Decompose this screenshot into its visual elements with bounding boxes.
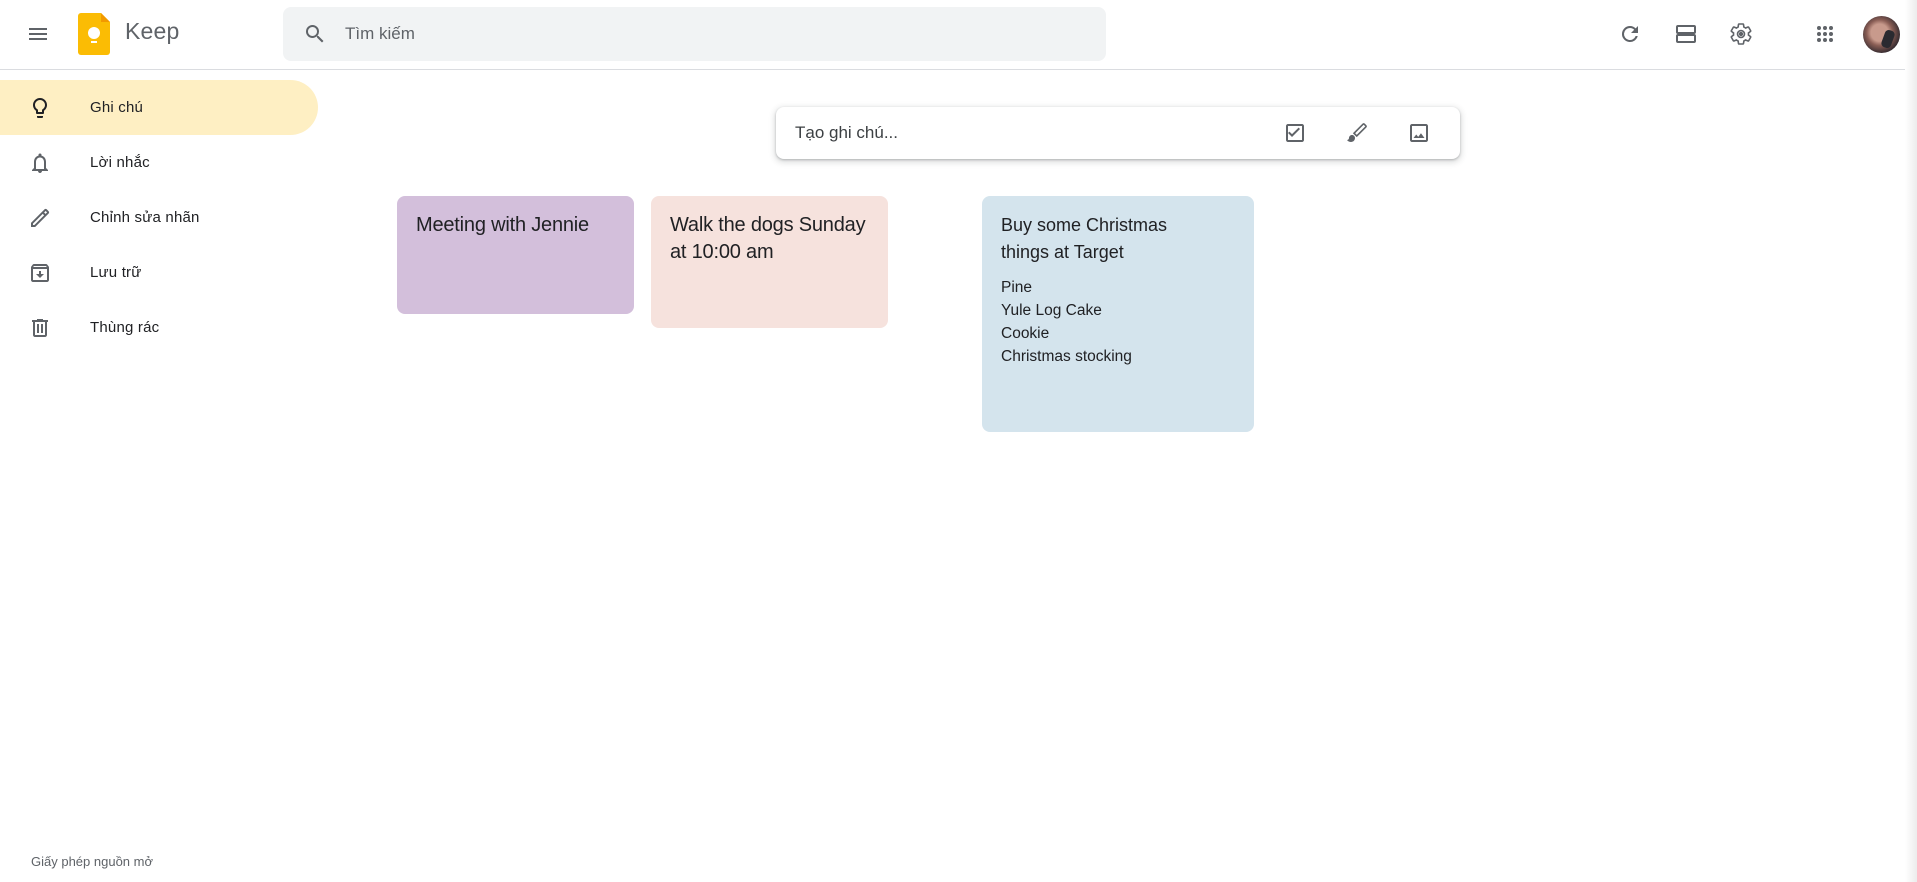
search-bar[interactable]	[283, 7, 1106, 61]
take-note-bar[interactable]: Tạo ghi chú...	[776, 107, 1460, 159]
open-source-licenses-link[interactable]: Giấy phép nguồn mở	[31, 854, 153, 869]
note-body-line: Cookie	[1001, 325, 1050, 342]
sidebar-item-label: Lưu trữ	[90, 264, 142, 281]
sidebar-item-label: Chỉnh sửa nhãn	[90, 209, 200, 226]
note-card[interactable]: Walk the dogs Sunday at 10:00 am	[651, 196, 888, 328]
note-title-line: things at Target	[1001, 242, 1124, 262]
list-view-icon	[1676, 25, 1696, 43]
new-image-button[interactable]	[1399, 113, 1439, 153]
sidebar-item-archive[interactable]: Lưu trữ	[0, 245, 318, 300]
checkbox-icon	[1286, 124, 1304, 142]
refresh-icon	[1621, 25, 1638, 42]
gear-icon	[1730, 23, 1752, 45]
search-input[interactable]	[345, 24, 1045, 44]
sidebar-item-trash[interactable]: Thùng rác	[0, 300, 318, 355]
main-menu-button[interactable]	[18, 14, 58, 54]
google-apps-button[interactable]	[1805, 14, 1845, 54]
bell-icon	[28, 151, 52, 175]
brush-icon	[1347, 123, 1367, 142]
hamburger-menu-icon	[29, 28, 47, 40]
note-card[interactable]: Buy some Christmas things at Target Pine…	[982, 196, 1254, 432]
sidebar-item-label: Lời nhắc	[90, 154, 150, 171]
sidebar-item-label: Ghi chú	[90, 99, 144, 116]
lightbulb-icon	[28, 96, 52, 120]
search-icon[interactable]	[303, 22, 327, 46]
settings-button[interactable]	[1721, 14, 1761, 54]
note-title-line: at 10:00 am	[670, 241, 774, 263]
list-view-button[interactable]	[1666, 14, 1706, 54]
app-title[interactable]: Keep	[125, 18, 180, 45]
image-icon	[1410, 124, 1428, 142]
new-list-button[interactable]	[1275, 113, 1315, 153]
note-title-line: Buy some Christmas	[1001, 215, 1168, 235]
note-body-line: Pine	[1001, 279, 1033, 296]
note-title: Buy some Christmas things at Target	[1001, 212, 1235, 266]
note-title: Walk the dogs Sunday at 10:00 am	[670, 212, 869, 266]
app-header: Keep	[0, 0, 1905, 70]
scrollbar[interactable]	[1905, 0, 1917, 882]
new-drawing-button[interactable]	[1337, 113, 1377, 153]
sidebar-item-reminders[interactable]: Lời nhắc	[0, 135, 318, 190]
keep-logo-icon[interactable]	[78, 13, 110, 55]
note-title: Meeting with Jennie	[416, 214, 589, 236]
archive-icon	[28, 261, 52, 285]
sidebar-item-notes[interactable]: Ghi chú	[0, 80, 318, 135]
note-card[interactable]: Meeting with Jennie	[397, 196, 634, 314]
note-body: Pine Yule Log Cake Cookie Christmas stoc…	[1001, 276, 1235, 368]
note-body-line: Yule Log Cake	[1001, 302, 1102, 319]
sidebar: Ghi chú Lời nhắc Chỉnh sửa nhãn Lưu trữ …	[0, 80, 318, 355]
sidebar-item-edit-labels[interactable]: Chỉnh sửa nhãn	[0, 190, 318, 245]
sidebar-item-label: Thùng rác	[90, 319, 160, 336]
note-title-line: Walk the dogs Sunday	[670, 214, 866, 236]
refresh-button[interactable]	[1610, 14, 1650, 54]
pencil-icon	[28, 206, 52, 230]
take-note-input[interactable]: Tạo ghi chú...	[776, 123, 1253, 143]
account-avatar[interactable]	[1863, 16, 1900, 53]
apps-grid-icon	[1817, 26, 1833, 42]
note-body-line: Christmas stocking	[1001, 348, 1132, 365]
trash-icon	[28, 316, 52, 340]
